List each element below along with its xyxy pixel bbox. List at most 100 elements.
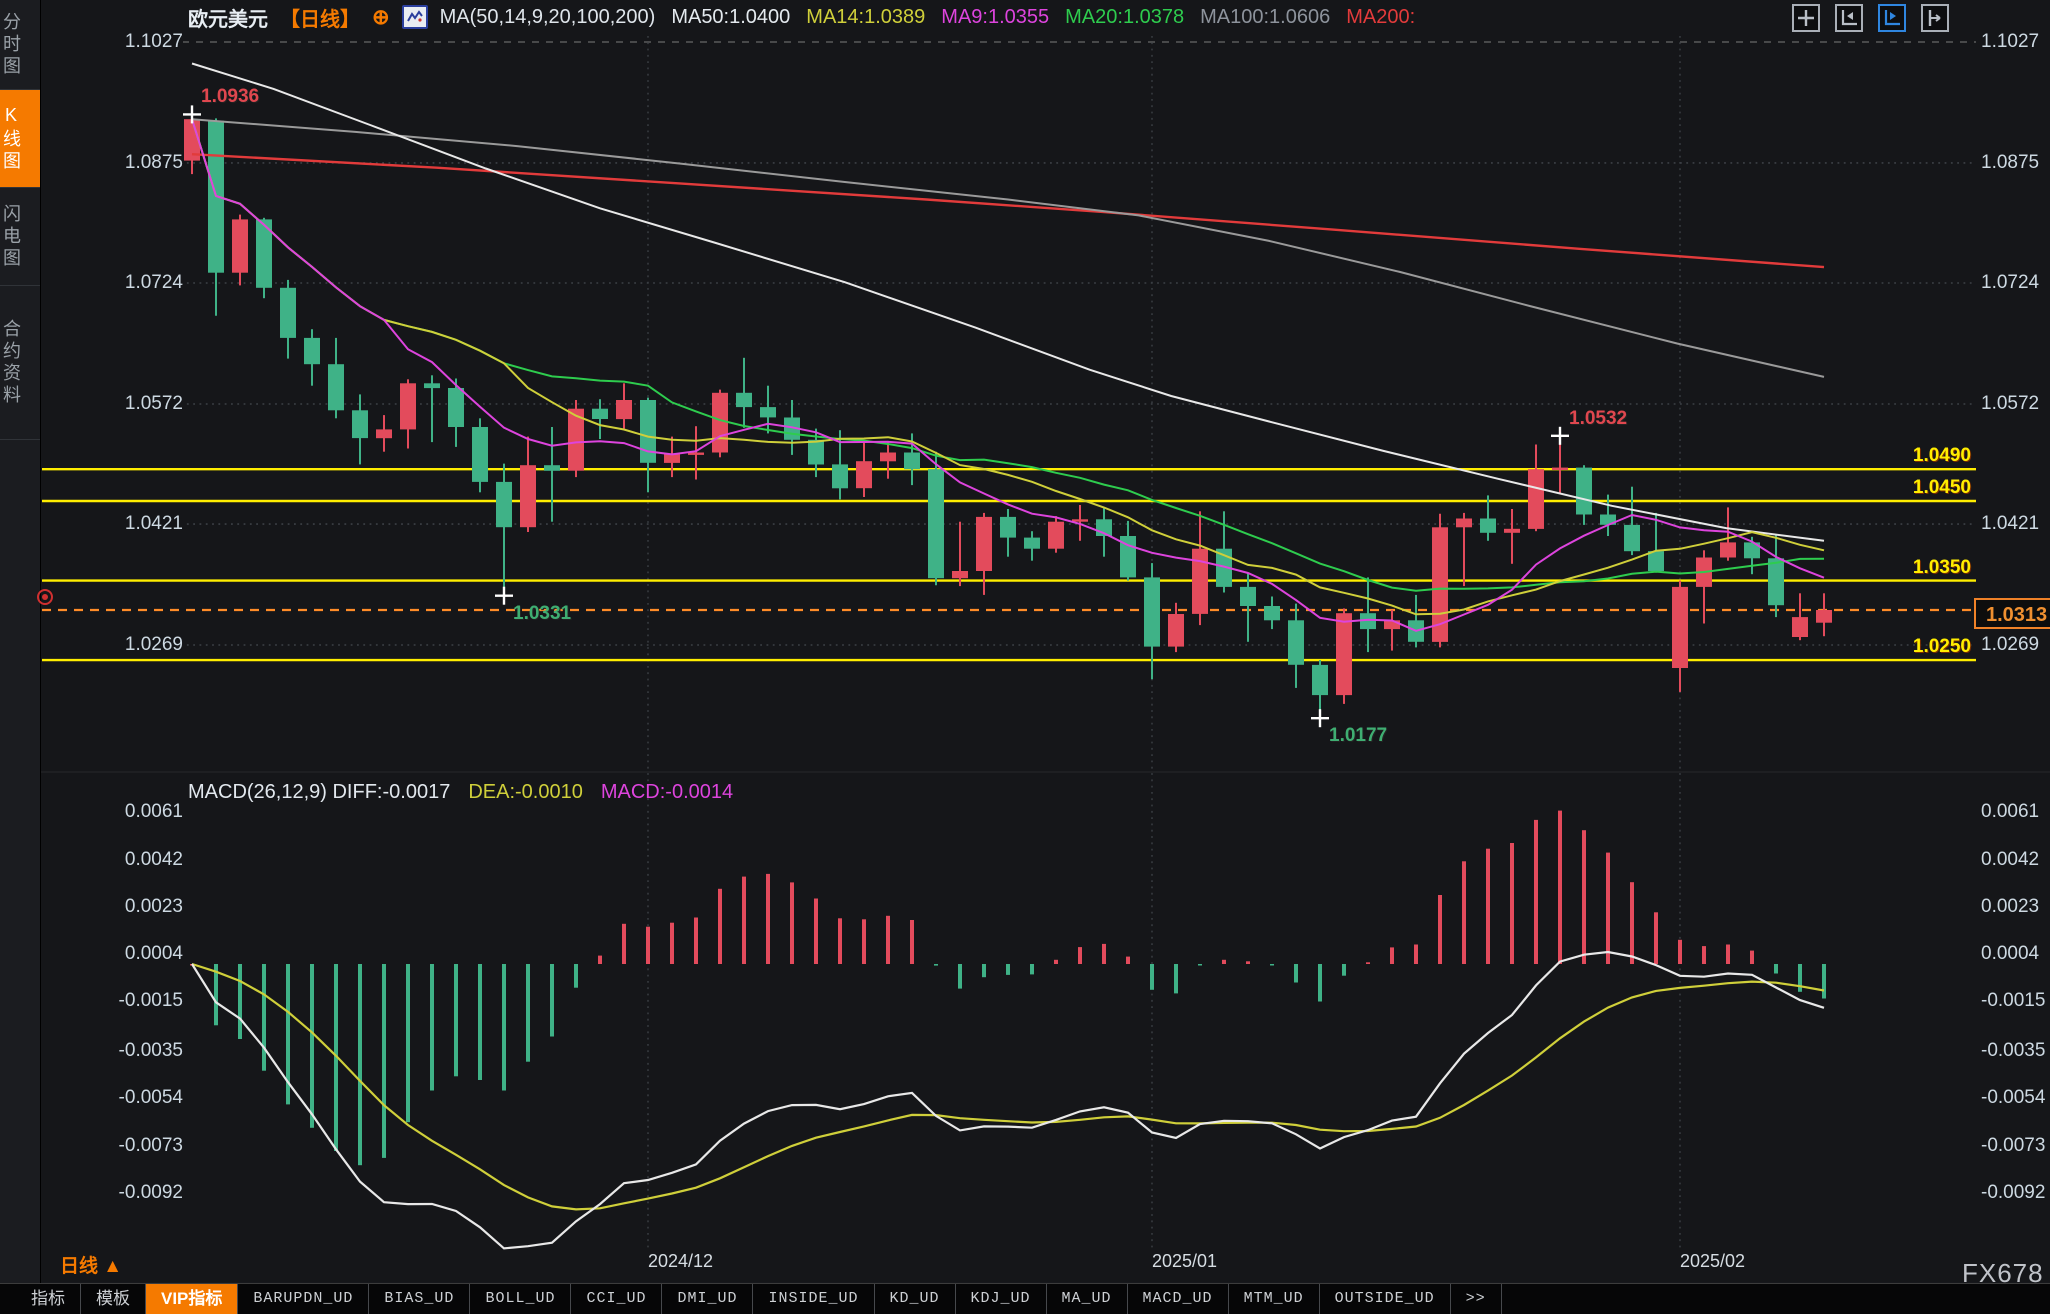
candlestick-macd-chart — [41, 0, 2050, 1282]
macd-bar — [886, 916, 890, 964]
macd-bar — [1294, 964, 1298, 983]
macd-axis-left-0.0061: 0.0061 — [41, 800, 183, 824]
tab--[interactable]: 指标 — [16, 1284, 81, 1314]
extreme-marker — [1551, 427, 1569, 445]
tab-bias_ud[interactable]: BIAS_UD — [369, 1284, 470, 1314]
macd-bar — [1198, 964, 1202, 966]
chart-type-sidebar: 分时图K线图闪电图合约资料 — [0, 0, 41, 1314]
sidebar-item-2[interactable]: K线图 — [0, 90, 40, 188]
candle — [1288, 604, 1304, 688]
tab-kd_ud[interactable]: KD_UD — [875, 1284, 956, 1314]
candle — [640, 398, 656, 493]
extreme-marker — [1311, 709, 1329, 727]
extreme-label-1.0936: 1.0936 — [201, 86, 259, 108]
macd-axis-left--0.0073: -0.0073 — [41, 1134, 183, 1158]
add-indicator-icon[interactable]: ⊕ — [372, 5, 390, 30]
candle — [1432, 514, 1448, 648]
ma-segment-1: MA50:1.0400 — [671, 6, 790, 29]
tab-boll_ud[interactable]: BOLL_UD — [470, 1284, 571, 1314]
macd-bar — [1486, 849, 1490, 964]
tab-inside_ud[interactable]: INSIDE_UD — [753, 1284, 874, 1314]
candle — [1336, 608, 1352, 704]
indicator-tabbar: 指标模板VIP指标BARUPDN_UDBIAS_UDBOLL_UDCCI_UDD… — [0, 1283, 2050, 1314]
tab-ma_ud[interactable]: MA_UD — [1047, 1284, 1128, 1314]
tab-mtm_ud[interactable]: MTM_UD — [1229, 1284, 1320, 1314]
extreme-label-1.0177: 1.0177 — [1329, 725, 1387, 747]
macd-bar — [502, 964, 506, 1091]
macd-axis-right-0.0004: 0.0004 — [1981, 942, 2050, 966]
period-label[interactable]: 【日线】 — [280, 3, 360, 32]
chart-toolbar — [1792, 4, 1949, 32]
macd-bar — [1606, 853, 1610, 964]
macd-bar — [1102, 944, 1106, 964]
macd-bar — [814, 899, 818, 965]
level-label-1.0350: 1.0350 — [1821, 557, 1971, 579]
tab-vip-[interactable]: VIP指标 — [146, 1284, 238, 1314]
macd-bar — [1270, 964, 1274, 966]
macd-bar — [1318, 964, 1322, 1002]
tab->>[interactable]: >> — [1451, 1284, 1502, 1314]
candle — [1120, 521, 1136, 581]
candle — [1480, 495, 1496, 540]
candle — [448, 379, 464, 447]
macd-axis-right-0.0042: 0.0042 — [1981, 848, 2050, 872]
macd-bar — [550, 964, 554, 1037]
chart-header: 欧元美元 【日线】 ⊕ MA(50,14,9,20,100,200)MA50:1… — [188, 4, 1415, 30]
ma200-line — [192, 154, 1824, 267]
price-axis-right-1.0724: 1.0724 — [1981, 271, 2050, 295]
chart-surface[interactable] — [41, 0, 2050, 1282]
candle — [880, 441, 896, 478]
sidebar-item-4[interactable]: 合约资料 — [0, 286, 40, 440]
macd-bar — [430, 964, 434, 1091]
tab-outside_ud[interactable]: OUTSIDE_UD — [1320, 1284, 1451, 1314]
macd-bar — [1774, 964, 1778, 974]
ma-segment-2: MA14:1.0389 — [806, 6, 925, 29]
month-label-2024-12: 2024/12 — [648, 1251, 713, 1272]
month-label-2025-01: 2025/01 — [1152, 1251, 1217, 1272]
tab-cci_ud[interactable]: CCI_UD — [571, 1284, 662, 1314]
candle — [1696, 550, 1712, 623]
extreme-label-1.0331: 1.0331 — [513, 603, 571, 625]
macd-bar — [1438, 895, 1442, 964]
drawing-tool-dot-icon[interactable] — [37, 589, 53, 605]
macd-bar — [910, 920, 914, 964]
macd-bar — [1174, 964, 1178, 993]
candle — [1360, 577, 1376, 652]
macd-bar — [1078, 947, 1082, 964]
ma-values-readout: MA(50,14,9,20,100,200)MA50:1.0400MA14:1.… — [440, 6, 1416, 29]
tab-dmi_ud[interactable]: DMI_UD — [662, 1284, 753, 1314]
tab-kdj_ud[interactable]: KDJ_UD — [956, 1284, 1047, 1314]
macd-bar — [238, 964, 242, 1039]
axis-pan-left-icon[interactable] — [1835, 4, 1863, 32]
price-axis-right-1.0269: 1.0269 — [1981, 633, 2050, 657]
macd-bar — [262, 964, 266, 1071]
macd-bar — [310, 964, 314, 1128]
candle — [1144, 563, 1160, 679]
macd-bar — [742, 877, 746, 964]
macd-bar — [1054, 960, 1058, 964]
sidebar-item-1[interactable]: 分时图 — [0, 0, 40, 90]
tab-barupdn_ud[interactable]: BARUPDN_UD — [238, 1284, 369, 1314]
macd-bar — [1342, 964, 1346, 976]
ma-segment-5: MA100:1.0606 — [1200, 6, 1330, 29]
macd-bar — [790, 882, 794, 964]
candle — [1768, 535, 1784, 617]
price-axis-right-1.0421: 1.0421 — [1981, 512, 2050, 536]
candle — [1240, 573, 1256, 642]
macd-axis-right--0.0015: -0.0015 — [1981, 989, 2050, 1013]
current-price-tag: 1.0313 — [1974, 598, 2050, 629]
candle — [1456, 513, 1472, 586]
gridlines — [41, 36, 2050, 1250]
candle — [1792, 593, 1808, 640]
tab-macd_ud[interactable]: MACD_UD — [1128, 1284, 1229, 1314]
sidebar-item-3[interactable]: 闪电图 — [0, 188, 40, 286]
crosshair-icon[interactable] — [1792, 4, 1820, 32]
macd-bar — [1222, 960, 1226, 964]
axis-shift-right-icon[interactable] — [1921, 4, 1949, 32]
axis-play-icon[interactable] — [1878, 4, 1906, 32]
timeframe-footer-button[interactable]: 日线 ▲ — [60, 1251, 122, 1278]
tab--[interactable]: 模板 — [81, 1284, 146, 1314]
candle — [472, 418, 488, 492]
chart-style-icon[interactable] — [402, 5, 428, 29]
candle — [424, 375, 440, 442]
